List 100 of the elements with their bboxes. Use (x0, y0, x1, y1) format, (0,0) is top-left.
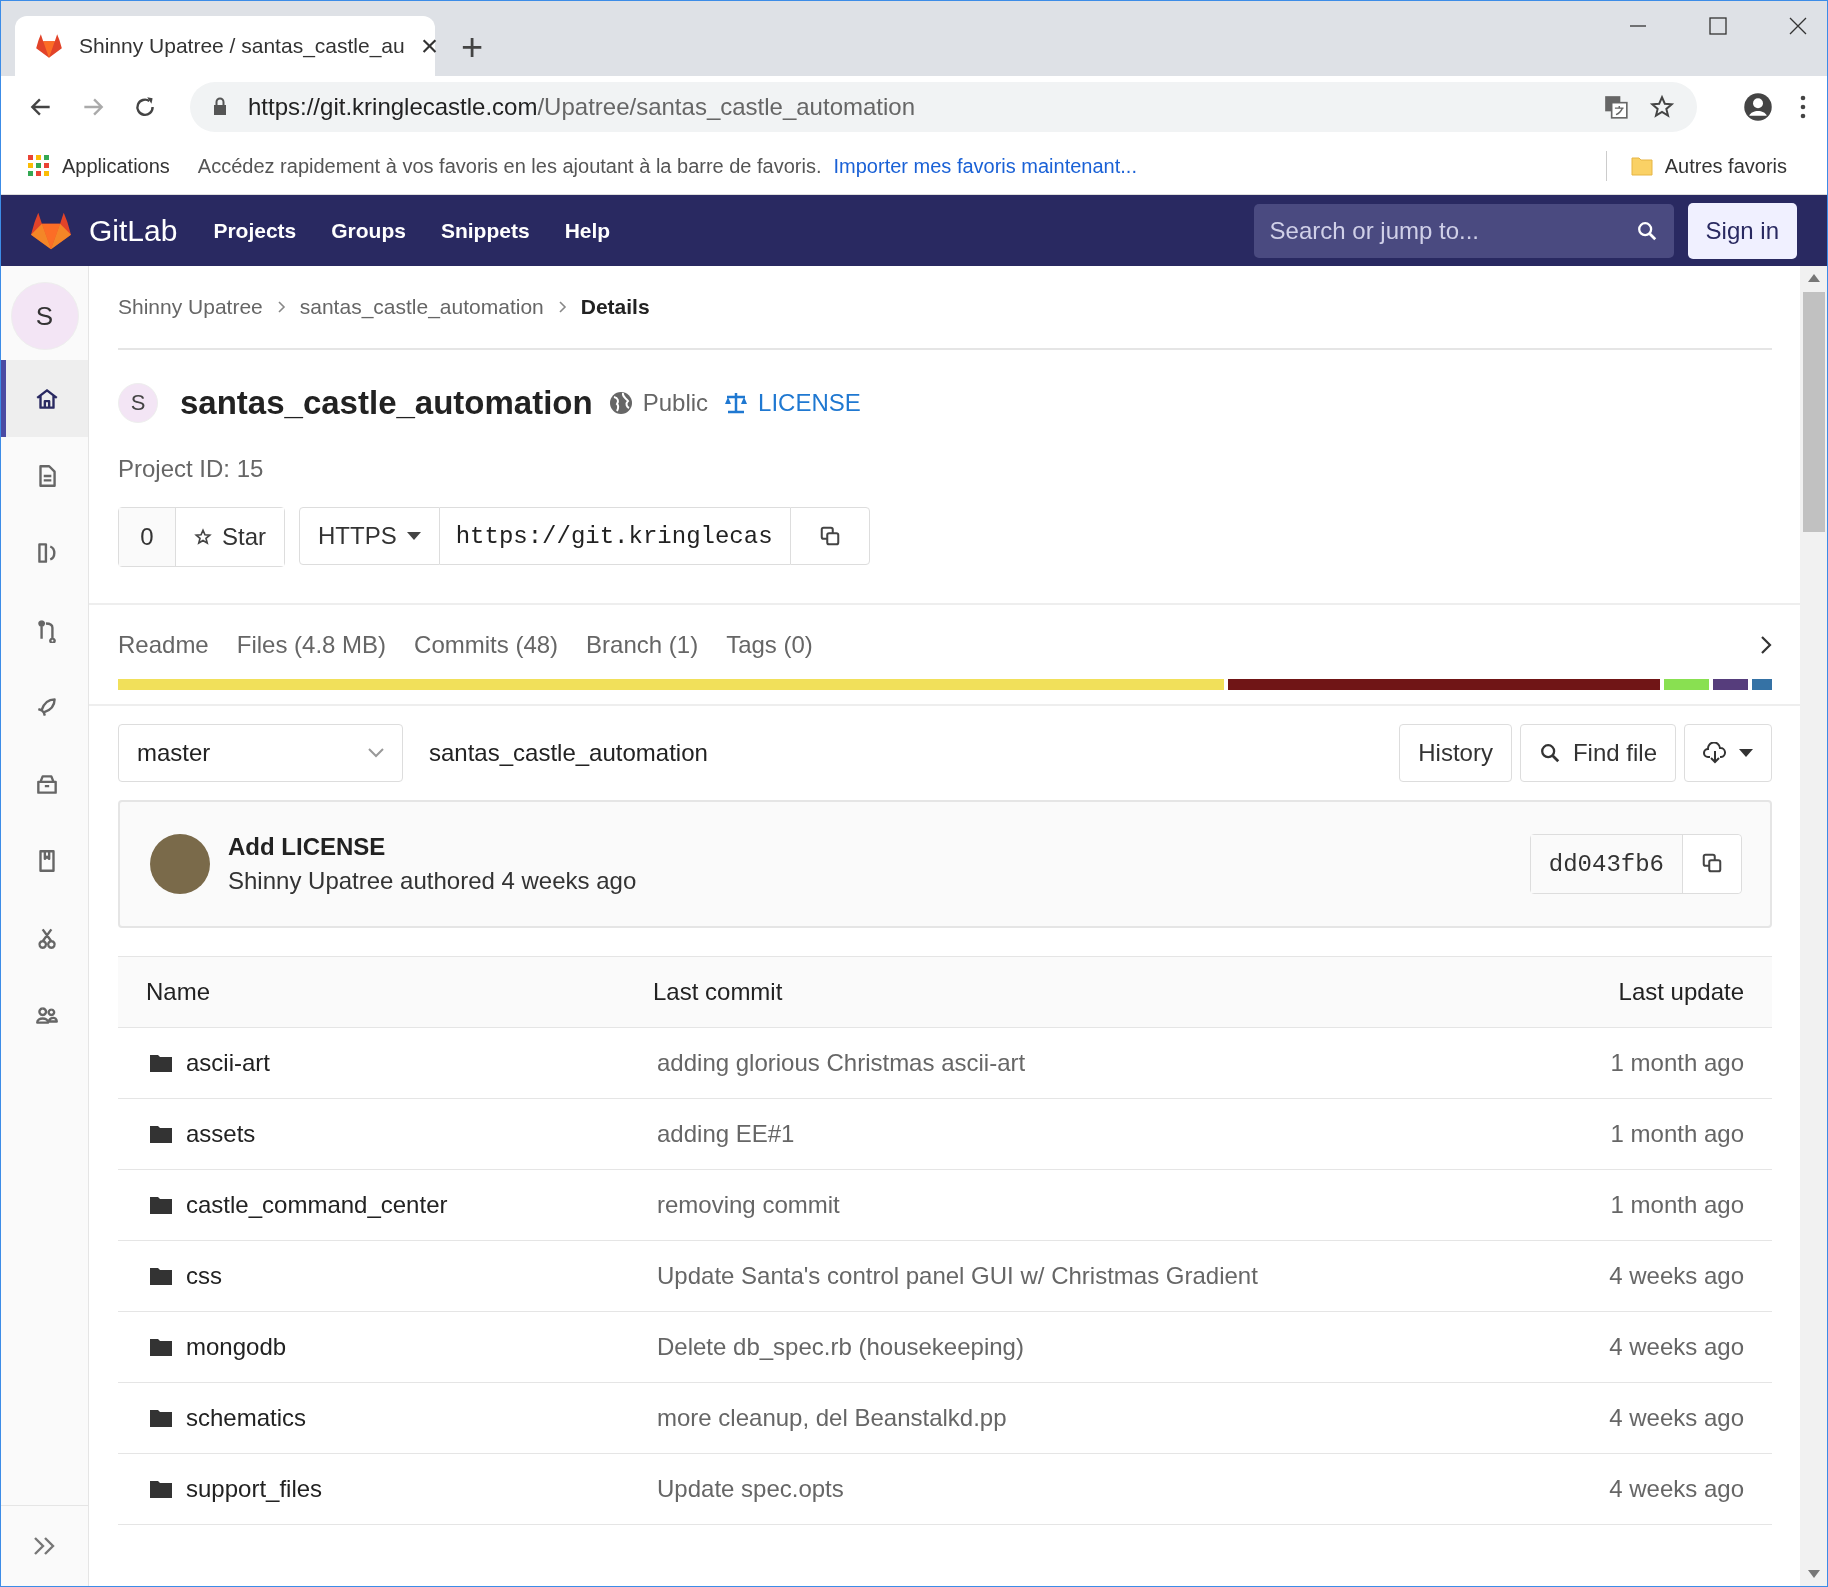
clone-url-field[interactable]: https://git.kringlecas (439, 507, 790, 565)
branch-dropdown[interactable]: master (118, 724, 403, 782)
close-icon[interactable] (1789, 17, 1807, 35)
account-icon[interactable] (1743, 92, 1773, 122)
scrollbar-thumb[interactable] (1802, 292, 1825, 532)
commit-title[interactable]: Add LICENSE (228, 833, 637, 861)
repository-path: santas_castle_automation (429, 739, 708, 767)
caret-icon (406, 532, 421, 540)
folder-link[interactable]: css (186, 1262, 222, 1290)
folder-icon (150, 1196, 172, 1214)
stats-tab[interactable]: Readme (118, 631, 209, 659)
folder-icon (150, 1480, 172, 1498)
cloud-download-icon (1703, 742, 1727, 764)
download-dropdown[interactable] (1684, 724, 1772, 782)
more-icon[interactable] (1799, 94, 1807, 120)
folder-link[interactable]: schematics (186, 1404, 307, 1432)
last-update-time: 4 weeks ago (1609, 1475, 1744, 1503)
folder-icon (150, 1338, 172, 1356)
bookmarks-hint: Accédez rapidement à vos favoris en les ajoutant à la barre de favoris. (197, 154, 822, 178)
stats-tab[interactable]: Commits (48) (414, 631, 559, 659)
breadcrumb-link[interactable]: Details (580, 295, 650, 319)
other-bookmarks[interactable]: Autres favoris (1664, 154, 1787, 178)
fox-logo-icon[interactable] (29, 210, 73, 251)
tab-title: Shinny Upatree / santas_castle_au (79, 34, 405, 58)
stats-tab[interactable]: Branch (1) (586, 631, 699, 659)
chevron-down-icon (368, 748, 384, 758)
star-icon[interactable] (1649, 94, 1675, 120)
copy-button[interactable] (789, 507, 870, 565)
import-bookmarks-link[interactable]: Importer mes favoris maintenant... (833, 154, 1137, 178)
folder-icon (150, 1409, 172, 1427)
chevron-right-icon[interactable] (1760, 635, 1772, 655)
nav-link[interactable]: Projects (213, 218, 297, 243)
chevron-right-icon (276, 300, 286, 314)
stats-tab[interactable]: Tags (0) (726, 631, 813, 659)
column-header: Last update (1618, 978, 1744, 1006)
license-link[interactable]: LICENSE (758, 389, 861, 417)
folder-icon (150, 1125, 172, 1143)
commit-message-link[interactable]: Update spec.opts (657, 1475, 1610, 1503)
copy-icon (818, 525, 841, 547)
folder-icon (150, 1267, 172, 1285)
lock-icon (212, 97, 228, 117)
visibility-label: Public (642, 389, 709, 417)
folder-link[interactable]: support_files (186, 1475, 323, 1503)
scroll-down-icon[interactable] (1807, 1570, 1820, 1578)
nav-link[interactable]: Snippets (440, 218, 530, 243)
column-header: Name (146, 978, 212, 1006)
commit-message-link[interactable]: adding glorious Christmas ascii-art (657, 1049, 1611, 1077)
commit-message-link[interactable]: more cleanup, del Beanstalkd.pp (657, 1404, 1610, 1432)
last-update-time: 1 month ago (1610, 1120, 1744, 1148)
search-icon (1538, 742, 1561, 764)
commit-meta: Shinny Upatree authored 4 weeks ago (228, 867, 637, 895)
history-button[interactable]: History (1399, 724, 1512, 782)
folder-link[interactable]: ascii-art (186, 1049, 270, 1077)
url-text: https://git.kringlecastle.com/Upatree/santas_castle_automation (248, 93, 916, 121)
caret-icon (1739, 749, 1753, 757)
brand-name[interactable]: GitLab (89, 213, 178, 248)
new-tab-button[interactable]: + (461, 28, 484, 66)
project-avatar: S (118, 383, 158, 423)
last-update-time: 1 month ago (1610, 1049, 1744, 1077)
project-avatar[interactable]: S (10, 282, 79, 350)
apps-link[interactable]: Applications (62, 154, 170, 178)
column-header: Last commit (653, 978, 784, 1006)
sidebar-item[interactable] (1, 360, 88, 437)
breadcrumb-link[interactable]: santas_castle_automation (299, 295, 544, 319)
chevron-right-icon (557, 300, 567, 314)
find-file-button[interactable]: Find file (1519, 724, 1676, 782)
stats-tab[interactable]: Files (4.8 MB) (236, 631, 387, 659)
protocol-dropdown[interactable]: HTTPS (299, 507, 440, 565)
scale-icon (724, 392, 749, 414)
star-icon (194, 528, 212, 546)
search-field[interactable]: Search or jump to... (1253, 203, 1674, 258)
browser-tab[interactable]: Shinny Upatree / santas_castle_au × (15, 16, 435, 76)
address-bar[interactable]: https://git.kringlecastle.com/Upatree/santas_castle_automation (190, 82, 1697, 132)
commit-sha[interactable]: dd043fb6 (1530, 835, 1683, 893)
commit-message-link[interactable]: removing commit (657, 1191, 1611, 1219)
folder-icon (150, 1054, 172, 1072)
apps-grid-icon[interactable] (28, 155, 50, 177)
search-icon (1635, 219, 1658, 242)
scroll-up-icon[interactable] (1807, 274, 1820, 282)
last-update-time: 4 weeks ago (1609, 1262, 1744, 1290)
last-update-time: 1 month ago (1610, 1191, 1744, 1219)
breadcrumb-link[interactable]: Shinny Upatree (118, 295, 263, 319)
commit-message-link[interactable]: Delete db_spec.rb (housekeeping) (657, 1333, 1610, 1361)
folder-link[interactable]: castle_command_center (186, 1191, 448, 1219)
fox-logo-icon (35, 33, 63, 59)
commit-message-link[interactable]: adding EE#1 (657, 1120, 1611, 1148)
last-update-time: 4 weeks ago (1609, 1333, 1744, 1361)
folder-icon (1630, 155, 1653, 177)
project-id: Project ID: 15 (118, 455, 265, 483)
last-update-time: 4 weeks ago (1609, 1404, 1744, 1432)
commit-message-link[interactable]: Update Santa's control panel GUI w/ Christmas Gradient (657, 1262, 1610, 1290)
globe-icon (608, 391, 633, 415)
maximize-icon[interactable] (1709, 17, 1727, 35)
nav-link[interactable]: Help (564, 218, 611, 243)
folder-link[interactable]: mongodb (186, 1333, 287, 1361)
nav-link[interactable]: Groups (331, 218, 406, 243)
folder-link[interactable]: assets (186, 1120, 256, 1148)
translate-icon[interactable] (1603, 94, 1629, 120)
sign-in-button[interactable]: Sign in (1687, 202, 1797, 259)
project-title: santas_castle_automation (180, 384, 593, 422)
